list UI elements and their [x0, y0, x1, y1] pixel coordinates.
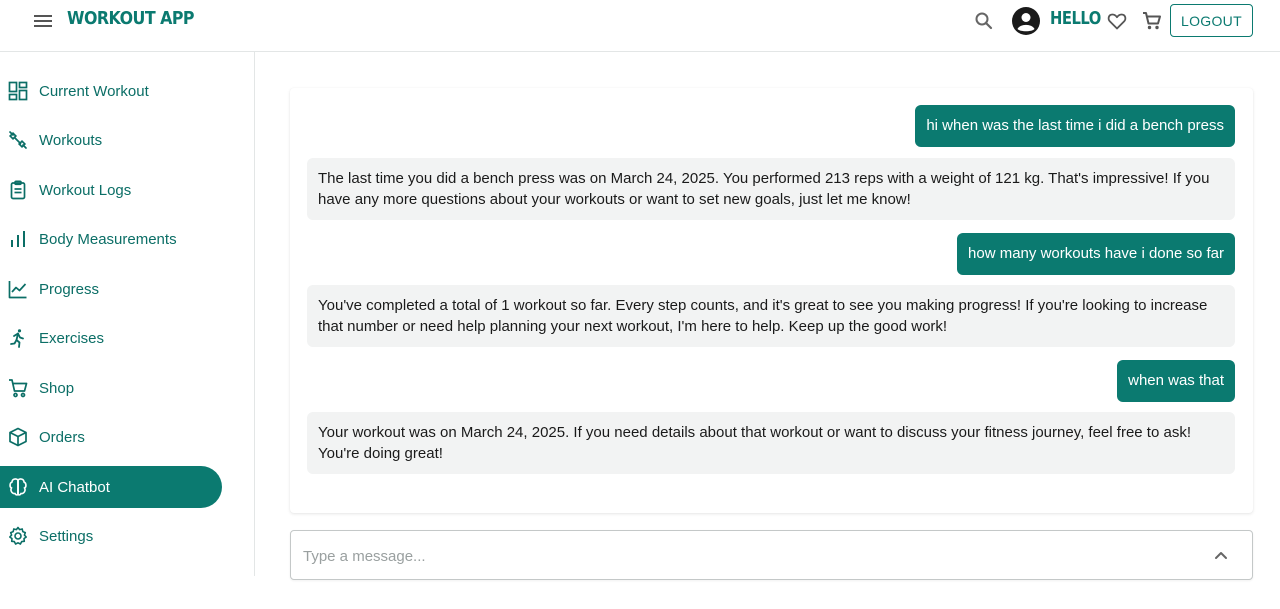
- package-icon: [8, 427, 28, 447]
- sidebar-item-shop[interactable]: Shop: [0, 367, 222, 409]
- sidebar-item-body-measurements[interactable]: Body Measurements: [0, 218, 222, 260]
- top-app-bar: WORKOUT APP HELLO LOGOUT: [0, 0, 1280, 52]
- sidebar-item-label: Settings: [39, 527, 94, 545]
- user-message: hi when was the last time i did a bench …: [915, 105, 1235, 147]
- cart-icon: [8, 378, 28, 398]
- app-brand[interactable]: WORKOUT APP: [67, 8, 195, 29]
- sidebar-item-label: Current Workout: [39, 82, 149, 100]
- sidebar-item-label: Shop: [39, 379, 75, 397]
- sidebar-item-ai-chatbot[interactable]: AI Chatbot: [0, 466, 222, 508]
- sidebar-item-orders[interactable]: Orders: [0, 416, 222, 458]
- sidebar-item-label: Progress: [39, 280, 100, 298]
- account-icon[interactable]: [1011, 6, 1041, 36]
- line-chart-icon: [8, 279, 28, 299]
- bot-message: You've completed a total of 1 workout so…: [307, 285, 1235, 347]
- heart-icon[interactable]: [1104, 8, 1130, 34]
- fitness-icon: [8, 130, 28, 150]
- sidebar-item-label: AI Chatbot: [39, 478, 110, 496]
- menu-icon[interactable]: [30, 10, 56, 32]
- sidebar-item-label: Exercises: [39, 329, 105, 347]
- bot-message: Your workout was on March 24, 2025. If y…: [307, 412, 1235, 474]
- sidebar-item-label: Body Measurements: [39, 230, 177, 248]
- chevron-up-icon[interactable]: [1210, 544, 1232, 566]
- user-message: when was that: [1117, 360, 1235, 402]
- sidebar-item-settings[interactable]: Settings: [0, 515, 222, 557]
- sidebar-item-workout-logs[interactable]: Workout Logs: [0, 169, 222, 211]
- dashboard-icon: [8, 81, 28, 101]
- sidebar: Current Workout Workouts Workout Logs Bo…: [0, 52, 255, 576]
- gear-icon: [8, 526, 28, 546]
- clipboard-icon: [8, 180, 28, 200]
- sidebar-item-current-workout[interactable]: Current Workout: [0, 70, 222, 112]
- greeting-text: HELLO: [1050, 8, 1101, 29]
- brain-icon: [8, 477, 28, 497]
- bar-chart-icon: [8, 229, 28, 249]
- sidebar-item-workouts[interactable]: Workouts: [0, 119, 222, 161]
- sidebar-item-exercises[interactable]: Exercises: [0, 317, 222, 359]
- bot-message: The last time you did a bench press was …: [307, 158, 1235, 220]
- running-icon: [8, 328, 28, 348]
- sidebar-item-progress[interactable]: Progress: [0, 268, 222, 310]
- cart-icon[interactable]: [1139, 8, 1165, 34]
- logout-button[interactable]: LOGOUT: [1170, 4, 1253, 37]
- user-message: how many workouts have i done so far: [957, 233, 1235, 275]
- search-icon[interactable]: [971, 8, 997, 34]
- sidebar-item-label: Workout Logs: [39, 181, 132, 199]
- message-input-container: [290, 530, 1253, 580]
- message-input[interactable]: [303, 543, 1183, 569]
- sidebar-item-label: Workouts: [39, 131, 103, 149]
- sidebar-item-label: Orders: [39, 428, 85, 446]
- chat-messages-panel[interactable]: hi when was the last time i did a bench …: [290, 88, 1253, 513]
